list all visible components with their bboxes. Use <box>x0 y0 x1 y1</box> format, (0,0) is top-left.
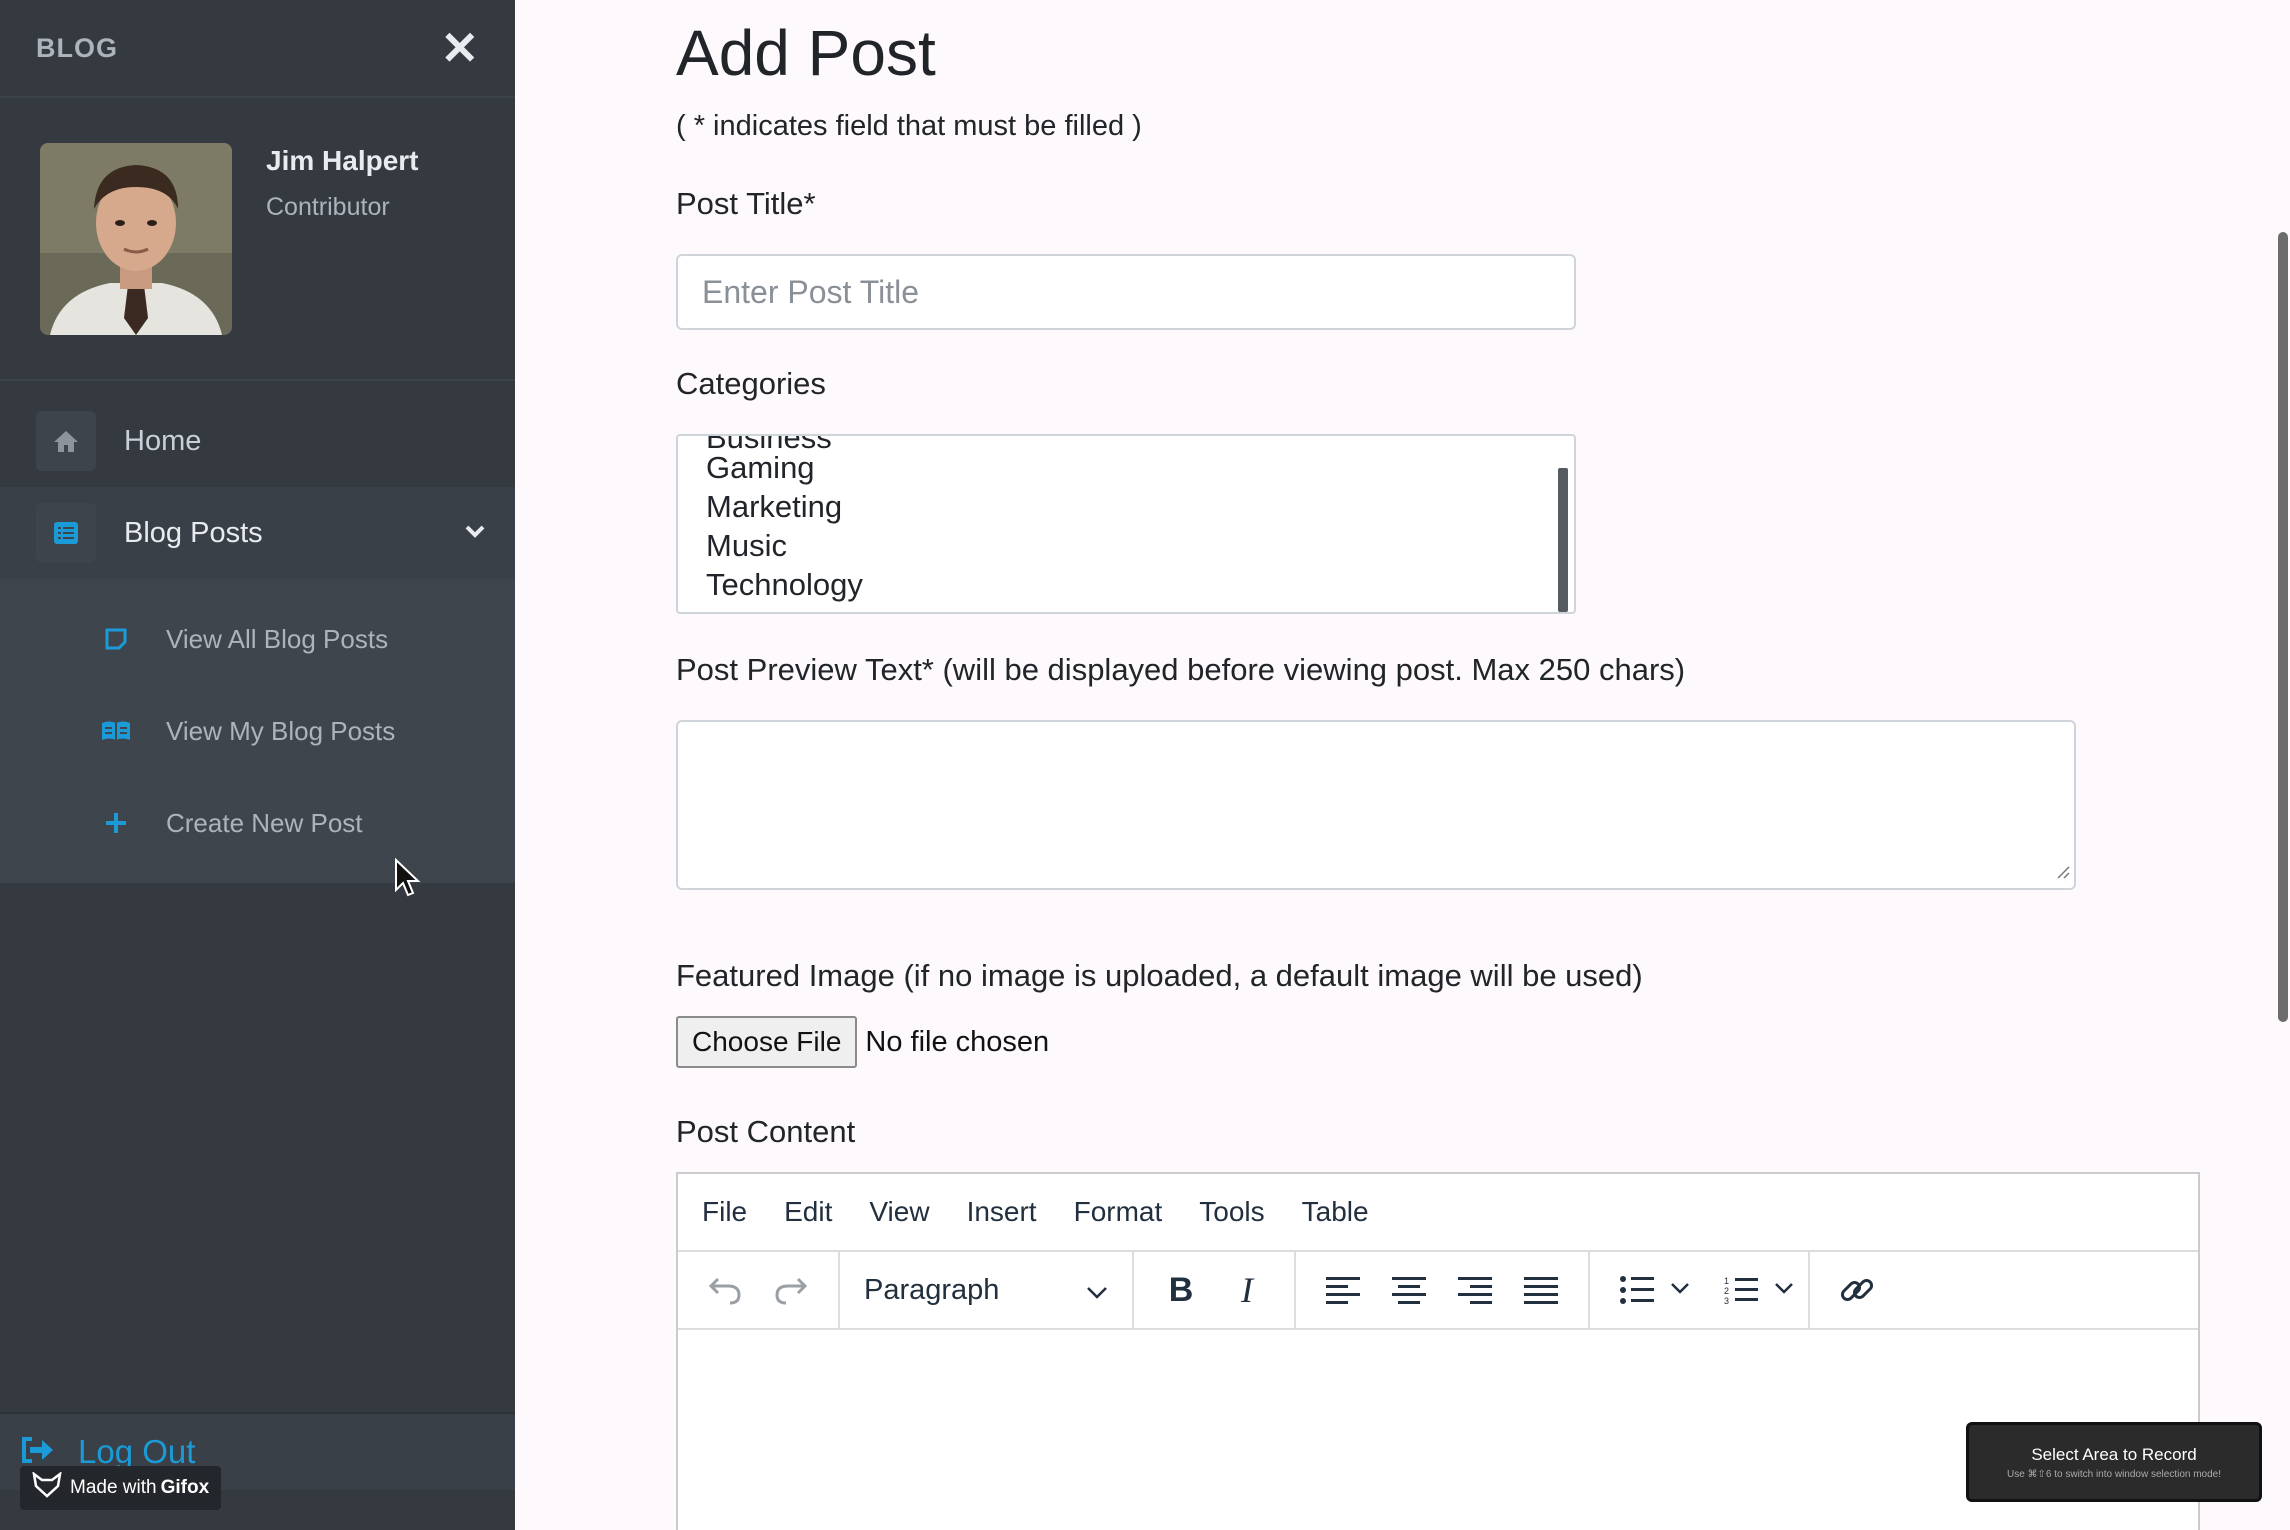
italic-icon[interactable]: I <box>1220 1263 1274 1317</box>
bullet-list-icon <box>1610 1263 1664 1317</box>
chevron-down-icon <box>1670 1281 1690 1300</box>
svg-text:1: 1 <box>1724 1276 1729 1286</box>
list-group: 123 <box>1590 1252 1810 1328</box>
brand-title: BLOG <box>36 32 118 63</box>
category-option[interactable]: Marketing <box>706 489 842 525</box>
record-area-toast[interactable]: Select Area to Record Use ⌘⇧6 to switch … <box>1966 1422 2262 1502</box>
menu-tools[interactable]: Tools <box>1199 1196 1264 1228</box>
link-icon[interactable] <box>1830 1263 1884 1317</box>
user-profile: Jim Halpert Contributor <box>0 98 515 381</box>
block-format-group: Paragraph <box>840 1252 1134 1328</box>
note-icon <box>100 623 132 655</box>
choose-file-button[interactable]: Choose File <box>676 1016 858 1068</box>
block-format-value: Paragraph <box>864 1273 1000 1306</box>
align-center-icon[interactable] <box>1382 1263 1436 1317</box>
menu-edit[interactable]: Edit <box>784 1196 832 1228</box>
post-title-label: Post Title* <box>676 186 816 221</box>
sub-item-create-post[interactable]: Create New Post <box>0 777 515 869</box>
chevron-down-icon <box>1086 1274 1108 1307</box>
categories-listbox[interactable]: Business Gaming Marketing Music Technolo… <box>676 434 1576 614</box>
editor-menubar: File Edit View Insert Format Tools Table <box>678 1174 2198 1252</box>
nav-item-home[interactable]: Home <box>0 395 515 487</box>
sub-item-view-my-posts[interactable]: View My Blog Posts <box>0 685 515 777</box>
align-justify-icon[interactable] <box>1514 1263 1568 1317</box>
block-format-select[interactable]: Paragraph <box>854 1274 1118 1307</box>
watermark-brand: Gifox <box>160 1477 210 1498</box>
chevron-down-icon <box>1774 1281 1794 1300</box>
logout-icon <box>20 1436 54 1469</box>
page-title: Add Post <box>676 17 936 89</box>
sidebar-header: BLOG ✕ <box>0 0 515 98</box>
required-hint: ( * indicates field that must be filled … <box>676 110 1142 142</box>
nav-label-blog-posts: Blog Posts <box>124 516 263 549</box>
category-option[interactable]: Music <box>706 528 787 564</box>
plus-icon <box>100 807 132 839</box>
svg-text:2: 2 <box>1724 1286 1729 1296</box>
sub-label-view-all: View All Blog Posts <box>166 623 389 654</box>
categories-label: Categories <box>676 366 826 401</box>
preview-textarea[interactable] <box>676 720 2076 890</box>
user-role: Contributor <box>266 193 390 221</box>
menu-file[interactable]: File <box>702 1196 747 1228</box>
file-status: No file chosen <box>865 1025 1050 1058</box>
blog-posts-submenu: View All Blog Posts View My Blog Posts C… <box>0 579 515 883</box>
redo-icon[interactable] <box>764 1263 818 1317</box>
category-option[interactable]: Gaming <box>706 450 815 486</box>
record-toast-title: Select Area to Record <box>2031 1444 2197 1464</box>
avatar <box>40 143 232 335</box>
menu-view[interactable]: View <box>869 1196 929 1228</box>
chevron-down-icon[interactable] <box>465 524 485 543</box>
sub-label-create-post: Create New Post <box>166 807 363 838</box>
nav-item-blog-posts[interactable]: Blog Posts <box>0 487 515 579</box>
category-option[interactable]: Technology <box>706 567 863 603</box>
fox-icon <box>32 1471 62 1504</box>
align-left-icon[interactable] <box>1316 1263 1370 1317</box>
resize-grip-icon[interactable] <box>2054 863 2070 884</box>
book-icon <box>100 715 132 747</box>
alignment-group <box>1296 1252 1590 1328</box>
bold-icon[interactable]: B <box>1154 1263 1208 1317</box>
listbox-scrollbar[interactable] <box>1558 468 1568 612</box>
menu-insert[interactable]: Insert <box>967 1196 1037 1228</box>
numbered-list-icon: 123 <box>1714 1263 1768 1317</box>
sub-label-view-mine: View My Blog Posts <box>166 715 396 746</box>
text-style-group: B I <box>1134 1252 1296 1328</box>
gifox-watermark: Made with Gifox <box>20 1466 222 1510</box>
history-group <box>678 1252 840 1328</box>
close-icon[interactable]: ✕ <box>440 25 479 71</box>
post-content-label: Post Content <box>676 1114 856 1149</box>
bullet-list-button[interactable] <box>1604 1263 1690 1317</box>
home-icon <box>36 411 96 471</box>
menu-table[interactable]: Table <box>1302 1196 1369 1228</box>
preview-text-label: Post Preview Text* (will be displayed be… <box>676 652 1686 687</box>
nav-label-home: Home <box>124 424 202 457</box>
svg-text:3: 3 <box>1724 1296 1729 1305</box>
sidebar-nav: Home Blog Posts <box>0 381 515 579</box>
watermark-prefix: Made with <box>70 1477 157 1498</box>
editor-toolbar: Paragraph B I 1 2 3 <box>678 1252 2198 1330</box>
link-group <box>1810 1252 1904 1328</box>
numbered-list-button[interactable]: 123 <box>1708 1263 1794 1317</box>
sidebar: BLOG ✕ Jim Halpert Contributor Home Blog… <box>0 0 515 1530</box>
list-icon <box>36 503 96 563</box>
menu-format[interactable]: Format <box>1074 1196 1163 1228</box>
record-toast-subtitle: Use ⌘⇧6 to switch into window selection … <box>2006 1468 2222 1480</box>
file-input: Choose File No file chosen <box>676 1016 1049 1068</box>
align-right-icon[interactable] <box>1448 1263 1502 1317</box>
post-title-input[interactable] <box>676 254 1576 330</box>
user-name: Jim Halpert <box>266 145 419 176</box>
sub-item-view-all-posts[interactable]: View All Blog Posts <box>0 593 515 685</box>
featured-image-label: Featured Image (if no image is uploaded,… <box>676 958 1643 993</box>
mouse-cursor-icon <box>394 857 424 903</box>
page-scrollbar[interactable] <box>2278 232 2288 1022</box>
undo-icon[interactable] <box>698 1263 752 1317</box>
